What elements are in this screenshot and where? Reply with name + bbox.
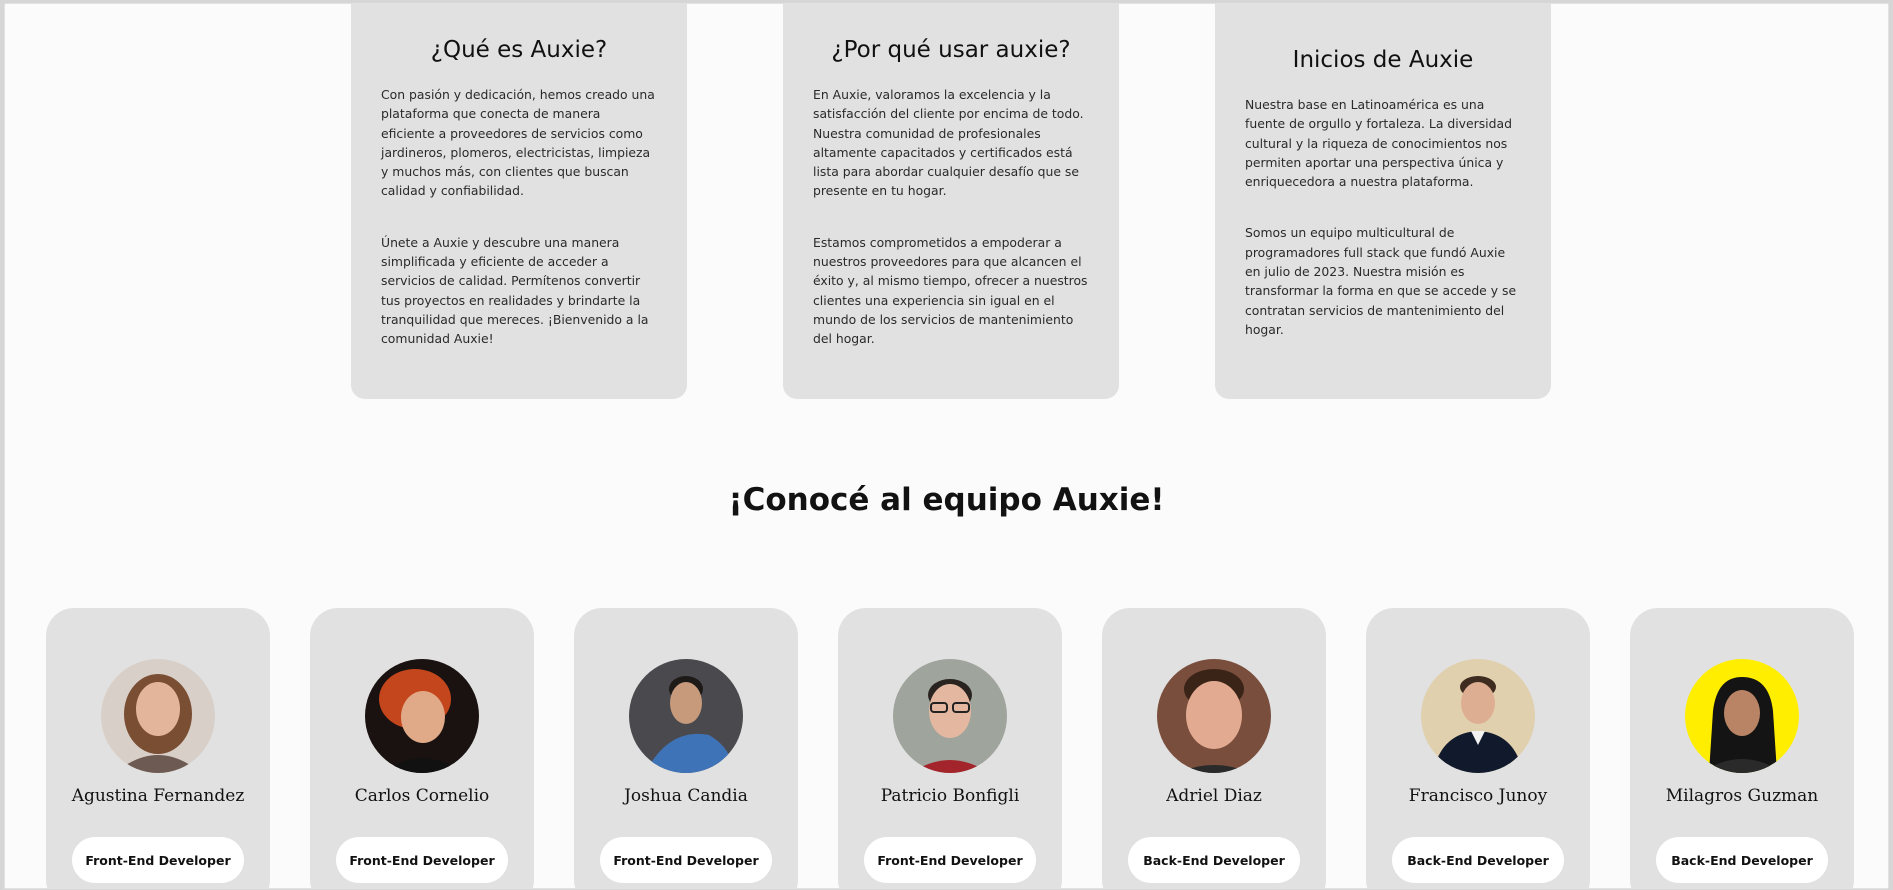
avatar — [365, 659, 479, 773]
info-card-title: Inicios de Auxie — [1292, 47, 1474, 73]
role-button[interactable]: Front-End Developer — [600, 837, 772, 883]
team-member-card: Patricio Bonfigli Front-End Developer — [838, 608, 1062, 888]
info-card-que-es: ¿Qué es Auxie? Con pasión y dedicación, … — [351, 4, 687, 399]
team-member-card: Francisco Junoy Back-End Developer — [1366, 608, 1590, 888]
avatar — [629, 659, 743, 773]
team-member-card: Milagros Guzman Back-End Developer — [1630, 608, 1854, 888]
person-photo-icon — [365, 659, 479, 773]
team-member-card: Agustina Fernandez Front-End Developer — [46, 608, 270, 888]
info-card-paragraph: Nuestra base en Latinoamérica es una fue… — [1245, 97, 1512, 190]
member-name: Carlos Cornelio — [354, 786, 490, 806]
person-photo-icon — [1421, 659, 1535, 773]
avatar — [893, 659, 1007, 773]
member-name: Agustina Fernandez — [71, 786, 245, 806]
person-photo-icon — [893, 659, 1007, 773]
role-button[interactable]: Back-End Developer — [1392, 837, 1564, 883]
member-name: Milagros Guzman — [1665, 786, 1819, 806]
role-button[interactable]: Front-End Developer — [336, 837, 508, 883]
info-card-por-que: ¿Por qué usar auxie? En Auxie, valoramos… — [783, 4, 1119, 399]
team-member-card: Adriel Diaz Back-End Developer — [1102, 608, 1326, 888]
info-card-paragraph: En Auxie, valoramos la excelencia y la s… — [813, 87, 1084, 199]
avatar — [1685, 659, 1799, 773]
avatar — [1157, 659, 1271, 773]
info-card-title: ¿Qué es Auxie? — [430, 37, 608, 63]
team-member-card: Joshua Candia Front-End Developer — [574, 608, 798, 888]
role-button[interactable]: Back-End Developer — [1128, 837, 1300, 883]
team-heading: ¡Conocé al equipo Auxie! — [728, 482, 1165, 518]
avatar — [1421, 659, 1535, 773]
member-name: Francisco Junoy — [1408, 786, 1548, 806]
team-member-card: Carlos Cornelio Front-End Developer — [310, 608, 534, 888]
member-name: Joshua Candia — [624, 786, 748, 806]
avatar — [101, 659, 215, 773]
info-card-title: ¿Por qué usar auxie? — [831, 37, 1071, 63]
person-photo-icon — [101, 659, 215, 773]
info-card-inicios: Inicios de Auxie Nuestra base en Latinoa… — [1215, 4, 1551, 399]
role-button[interactable]: Back-End Developer — [1656, 837, 1828, 883]
person-photo-icon — [1157, 659, 1271, 773]
page: ¿Qué es Auxie? Con pasión y dedicación, … — [4, 3, 1889, 889]
member-name: Adriel Diaz — [1166, 786, 1262, 806]
person-photo-icon — [1685, 659, 1799, 773]
role-button[interactable]: Front-End Developer — [72, 837, 244, 883]
info-card-paragraph: Somos un equipo multicultural de program… — [1245, 225, 1517, 337]
info-card-paragraph: Únete a Auxie y descubre una manera simp… — [381, 234, 649, 347]
role-button[interactable]: Front-End Developer — [864, 837, 1036, 883]
info-card-paragraph: Con pasión y dedicación, hemos creado un… — [381, 87, 655, 199]
info-card-paragraph: Estamos comprometidos a empoderar a nues… — [813, 234, 1088, 347]
person-photo-icon — [629, 659, 743, 773]
member-name: Patricio Bonfigli — [880, 786, 1020, 806]
